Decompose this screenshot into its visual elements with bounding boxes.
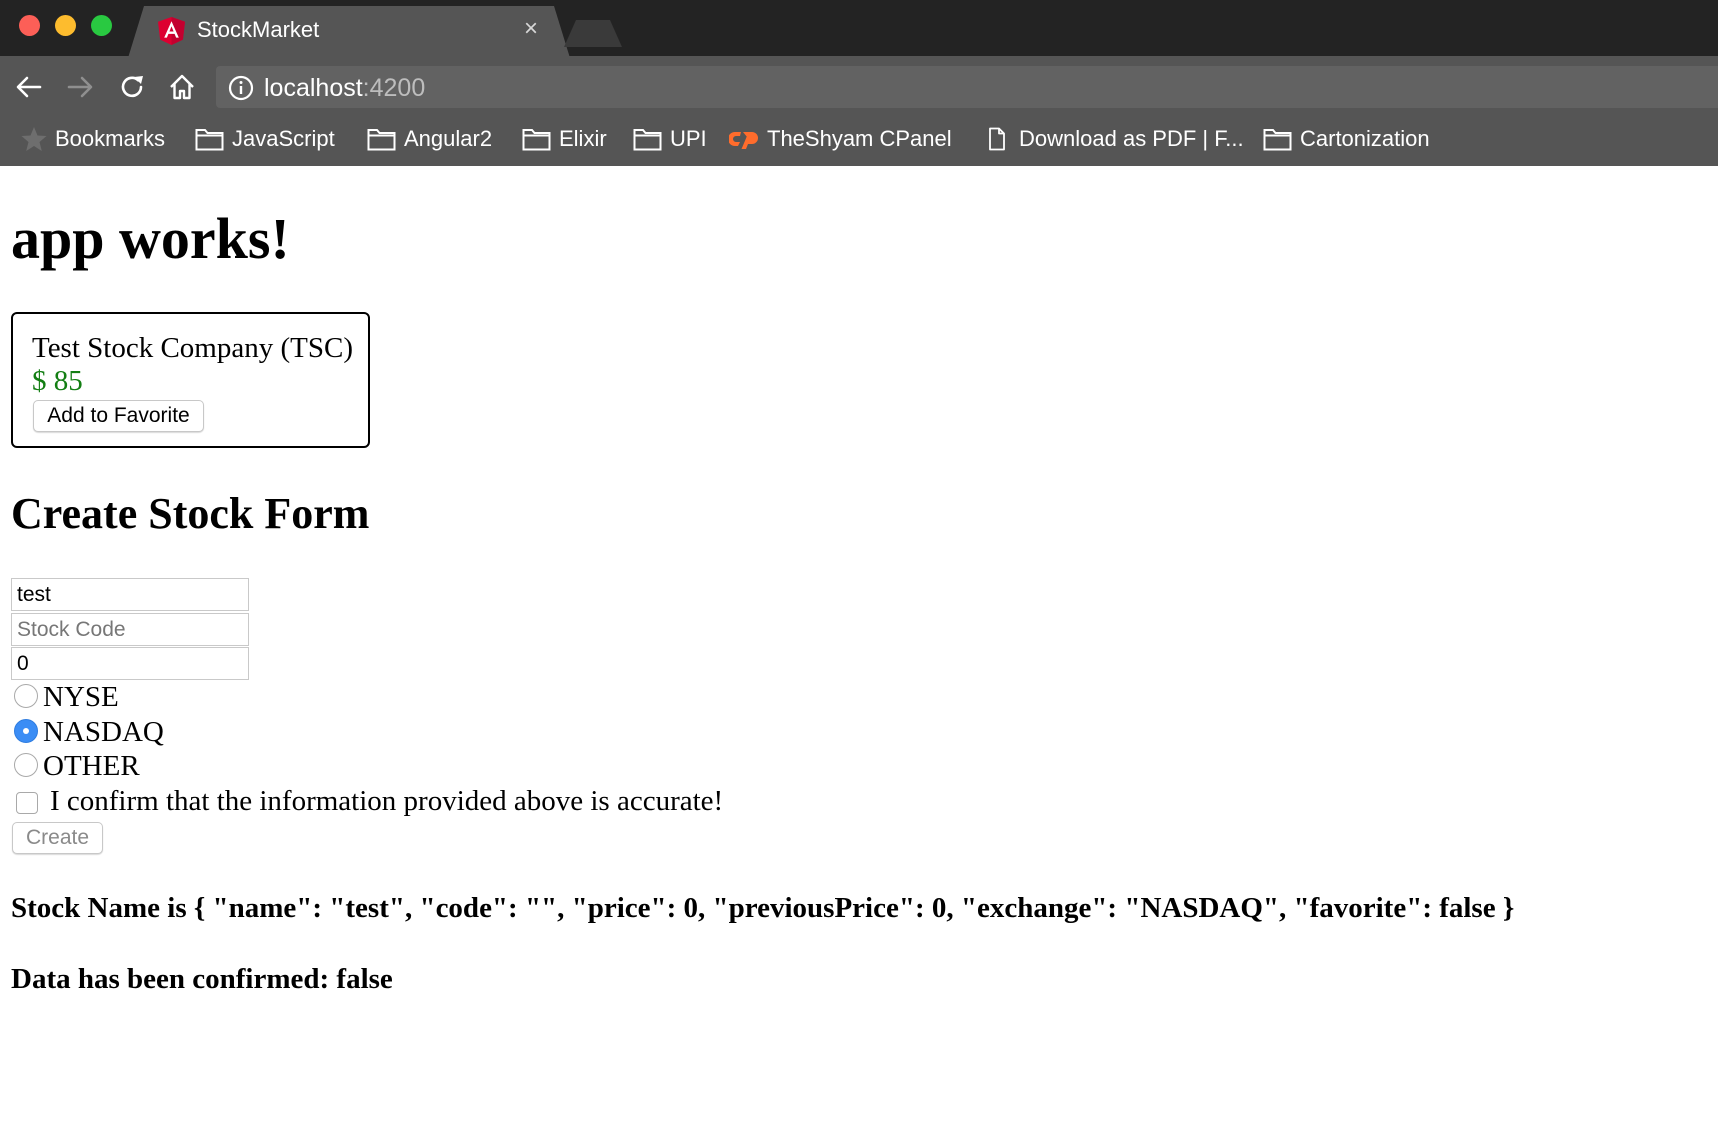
forward-icon[interactable] bbox=[65, 72, 95, 102]
stock-card: Test Stock Company (TSC) $ 85 Add to Fav… bbox=[11, 312, 370, 448]
folder-icon bbox=[633, 129, 662, 151]
tab-close-icon[interactable]: × bbox=[519, 15, 543, 43]
minimize-window-button[interactable] bbox=[55, 15, 76, 36]
url-port: :4200 bbox=[362, 74, 426, 102]
folder-icon bbox=[367, 129, 396, 151]
angular-icon bbox=[158, 17, 185, 45]
add-to-favorite-button[interactable]: Add to Favorite bbox=[33, 400, 204, 432]
browser-tab-bar: StockMarket × bbox=[0, 0, 1718, 56]
stock-name-input[interactable]: test bbox=[11, 578, 249, 611]
address-bar[interactable]: localhost:4200 bbox=[216, 66, 1718, 108]
bookmark-elixir[interactable]: Elixir bbox=[559, 124, 607, 154]
close-window-button[interactable] bbox=[19, 15, 40, 36]
radio-nyse-button[interactable] bbox=[14, 684, 38, 708]
form-title: Create Stock Form bbox=[11, 489, 370, 538]
url-host: localhost bbox=[264, 74, 363, 102]
bookmark-javascript[interactable]: JavaScript bbox=[232, 124, 335, 154]
radio-nasdaq-label: NASDAQ bbox=[43, 716, 164, 748]
tab-title: StockMarket bbox=[197, 17, 320, 42]
bookmark-angular2[interactable]: Angular2 bbox=[404, 124, 492, 154]
info-icon[interactable] bbox=[228, 75, 254, 101]
radio-other-button[interactable] bbox=[14, 753, 38, 777]
folder-icon bbox=[522, 129, 551, 151]
radio-other-label: OTHER bbox=[43, 750, 140, 782]
confirm-checkbox[interactable] bbox=[16, 792, 38, 814]
cpanel-icon bbox=[729, 132, 758, 149]
stock-name: Test Stock Company (TSC) bbox=[32, 332, 353, 364]
confirmed-output: Data has been confirmed: false bbox=[11, 963, 393, 995]
star-icon bbox=[21, 127, 47, 151]
bookmark-cpanel[interactable]: TheShyam CPanel bbox=[767, 124, 952, 154]
confirm-label: I confirm that the information provided … bbox=[50, 785, 724, 817]
folder-icon bbox=[195, 129, 224, 151]
create-button[interactable]: Create bbox=[12, 822, 103, 854]
folder-icon bbox=[1263, 129, 1292, 151]
bookmark-download-pdf[interactable]: Download as PDF | F... bbox=[1019, 124, 1244, 154]
stock-json-output: Stock Name is { "name": "test", "code": … bbox=[11, 892, 1515, 924]
url-text: localhost:4200 bbox=[264, 74, 425, 102]
document-icon bbox=[989, 127, 1005, 151]
bookmarks-bar: Bookmarks JavaScript Angular2 Elixir UPI… bbox=[0, 114, 1718, 166]
stock-price: $ 85 bbox=[32, 365, 83, 397]
bookmark-bookmarks[interactable]: Bookmarks bbox=[55, 124, 165, 154]
page-title: app works! bbox=[11, 206, 290, 271]
reload-icon[interactable] bbox=[117, 72, 147, 102]
stock-price-input[interactable]: 0 bbox=[11, 647, 249, 680]
home-icon[interactable] bbox=[167, 72, 197, 102]
page-content: app works! Test Stock Company (TSC) $ 85… bbox=[0, 166, 1718, 1148]
radio-nyse-label: NYSE bbox=[43, 681, 119, 713]
stock-code-input[interactable]: Stock Code bbox=[11, 613, 249, 646]
maximize-window-button[interactable] bbox=[91, 15, 112, 36]
browser-toolbar: localhost:4200 bbox=[0, 56, 1718, 114]
bookmark-cartonization[interactable]: Cartonization bbox=[1300, 124, 1430, 154]
browser-tab-active[interactable] bbox=[128, 6, 570, 58]
back-icon[interactable] bbox=[14, 72, 44, 102]
bookmark-upi[interactable]: UPI bbox=[670, 124, 707, 154]
new-tab-button[interactable] bbox=[564, 20, 622, 47]
radio-nasdaq-button[interactable] bbox=[14, 719, 38, 743]
